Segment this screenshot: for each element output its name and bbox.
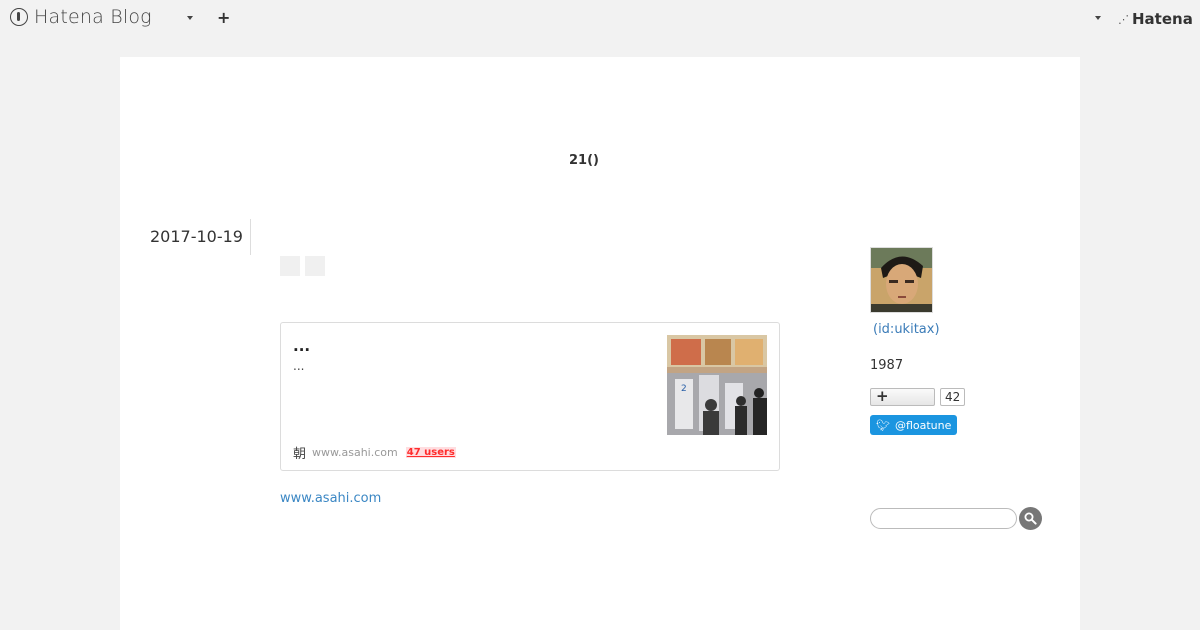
search-icon: [1024, 512, 1037, 525]
global-header: Hatena Blog + ⋰ Hatena: [0, 0, 1200, 38]
hatena-logo-text: Hatena: [1132, 10, 1193, 28]
entry-placeholder-block: [305, 256, 325, 276]
profile-since-text: 1987: [870, 358, 904, 373]
source-link[interactable]: www.asahi.com: [280, 491, 381, 506]
card-title[interactable]: ...: [293, 337, 310, 355]
asahi-favicon-icon: 朝: [293, 447, 307, 462]
search-input[interactable]: [870, 508, 1017, 529]
entry-placeholder-block: [280, 256, 300, 276]
blog-title[interactable]: 21(): [120, 153, 1048, 168]
hatena-blog-logo[interactable]: Hatena Blog: [10, 6, 152, 28]
avatar[interactable]: [870, 247, 933, 313]
hatena-mark-icon: ⋰: [1118, 12, 1129, 26]
blog-content-panel: 21() 2017-10-19 ... ... 2 朝 www.asahi.co…: [120, 57, 1080, 630]
date-divider: [250, 219, 251, 255]
twitter-handle: @floatune: [894, 418, 952, 432]
svg-text:2: 2: [681, 384, 687, 394]
card-thumbnail[interactable]: 2: [667, 335, 767, 435]
search-button[interactable]: [1019, 507, 1042, 530]
card-footer: 朝 www.asahi.com 47 users: [293, 443, 456, 462]
entry-date[interactable]: 2017-10-19: [150, 227, 243, 246]
follower-count: 42: [940, 388, 966, 406]
card-domain[interactable]: www.asahi.com: [312, 446, 398, 459]
hatena-logo[interactable]: ⋰ Hatena: [1118, 10, 1193, 28]
brand-name: Hatena Blog: [34, 6, 152, 28]
user-id-link[interactable]: (id:ukitax): [873, 322, 940, 337]
follow-button[interactable]: +: [870, 387, 935, 406]
plus-icon: +: [876, 387, 889, 405]
twitter-bird-icon: 🐦︎: [876, 418, 890, 432]
card-description: ...: [293, 359, 305, 373]
embed-card[interactable]: ... ... 2 朝 www.asahi.com 47 users: [280, 322, 780, 471]
twitter-follow-button[interactable]: 🐦︎ @floatune: [870, 415, 957, 435]
chevron-down-icon[interactable]: [1095, 16, 1101, 20]
add-icon[interactable]: +: [217, 8, 230, 27]
bookmark-users-badge[interactable]: 47 users: [405, 447, 456, 458]
hatena-blog-icon: [10, 8, 28, 26]
chevron-down-icon[interactable]: [187, 16, 193, 20]
